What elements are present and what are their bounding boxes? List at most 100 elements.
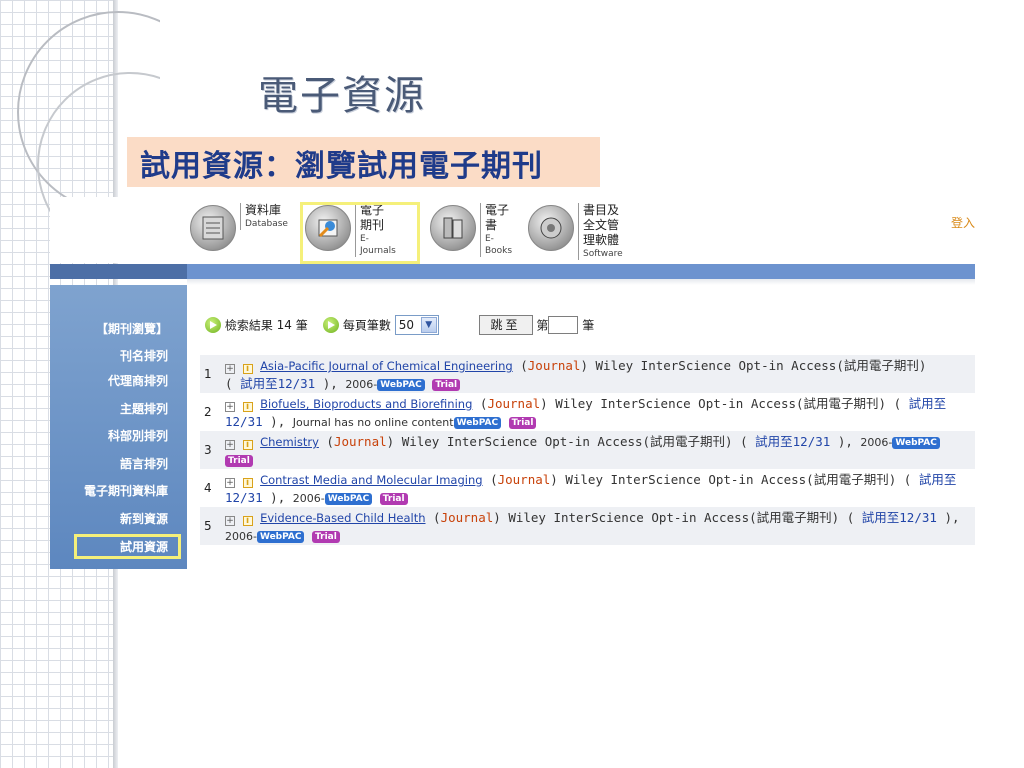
journal-title-link[interactable]: Evidence-Based Child Health <box>260 511 425 525</box>
trial-period: 試用至12/31 <box>861 510 937 525</box>
software-icon <box>528 205 574 251</box>
sidebar-item-new-resources[interactable]: 新到資源 <box>50 510 168 527</box>
jump-button[interactable]: 跳至 <box>478 315 533 335</box>
info-icon[interactable]: i <box>242 402 253 412</box>
webpac-badge[interactable]: WebPAC <box>377 379 425 391</box>
library-web-app: 資料庫 Database 電子期刊 E-Journals 電子書 E-Books <box>50 197 975 569</box>
sidebar-item-department[interactable]: 科部別排列 <box>50 427 168 444</box>
result-row: 1 + i Asia-Pacific Journal of Chemical E… <box>200 355 975 393</box>
trial-badge[interactable]: Trial <box>312 531 340 543</box>
journal-type: Journal <box>333 434 387 449</box>
result-label: 檢索結果 <box>224 318 273 333</box>
slide-title: 電子資源 <box>258 73 426 119</box>
sidebar-item-vendor[interactable]: 代理商排列 <box>50 372 168 389</box>
trial-badge[interactable]: Trial <box>508 417 537 429</box>
sidebar-item-language[interactable]: 語言排列 <box>50 455 168 472</box>
coverage: 2006- <box>292 492 325 505</box>
ebook-icon <box>430 205 476 251</box>
trial-date: 12/31 <box>225 414 263 429</box>
per-page-label: 每頁筆數 <box>342 318 391 333</box>
trial-period: 試用至 <box>918 472 957 487</box>
webpac-badge[interactable]: WebPAC <box>892 437 940 449</box>
expand-plus-icon[interactable]: + <box>225 516 235 526</box>
database-icon <box>190 205 236 251</box>
provider: Wiley InterScience Opt-in Access(試用電子期刊) <box>401 434 733 449</box>
arrow-right-icon <box>205 317 221 333</box>
expand-plus-icon[interactable]: + <box>225 440 235 450</box>
info-icon[interactable]: i <box>242 478 253 488</box>
login-link[interactable]: 登入 <box>951 214 975 231</box>
journal-browse-sidebar: 【期刊瀏覽】 刊名排列 代理商排列 主題排列 科部別排列 語言排列 電子期刊資料… <box>50 285 187 569</box>
webpac-badge[interactable]: WebPAC <box>453 417 502 429</box>
result-row: 3 + i Chemistry (Journal) Wiley InterSci… <box>200 431 975 469</box>
trial-badge[interactable]: Trial <box>225 455 253 467</box>
chevron-down-icon: ▼ <box>420 317 437 333</box>
coverage: 2006- <box>225 530 257 543</box>
tool-label-en: Software <box>583 249 623 259</box>
results-content: 檢索結果 14 筆 每頁筆數 50 ▼ 跳至 第 筆 1 + i Asia-Pa… <box>187 285 975 569</box>
decorative-arcs <box>17 11 160 230</box>
page-prefix: 第 <box>536 318 549 333</box>
webpac-badge[interactable]: WebPAC <box>256 531 305 543</box>
sidebar-header: 【期刊瀏覽】 <box>95 322 168 336</box>
trial-badge[interactable]: Trial <box>379 493 408 505</box>
expand-plus-icon[interactable]: + <box>225 364 235 374</box>
trial-date: 12/31 <box>225 490 263 505</box>
row-number: 3 <box>204 443 212 457</box>
row-number: 5 <box>204 519 212 533</box>
journal-type: Journal <box>497 472 551 487</box>
webpac-badge[interactable]: WebPAC <box>324 493 373 505</box>
trial-period: 試用至12/31 <box>755 434 831 449</box>
results-list: 1 + i Asia-Pacific Journal of Chemical E… <box>200 355 975 545</box>
info-icon[interactable]: i <box>242 516 253 526</box>
search-summary-bar: 檢索結果 14 筆 每頁筆數 50 ▼ 跳至 第 筆 <box>205 315 594 335</box>
row-number: 4 <box>204 481 212 495</box>
resource-toolbar: 資料庫 Database 電子期刊 E-Journals 電子書 E-Books <box>50 197 975 264</box>
result-unit: 筆 <box>295 318 308 333</box>
tool-label-en: E-Books <box>485 234 513 256</box>
page-suffix: 筆 <box>582 318 595 333</box>
trial-period: 試用至12/31 <box>240 376 316 391</box>
result-count: 14 <box>276 318 292 332</box>
tool-label-zh: 書目及全文管理軟體 <box>583 203 620 247</box>
provider: Wiley InterScience Opt-in Access(試用電子期刊) <box>595 358 927 373</box>
coverage: 2006- <box>345 378 378 391</box>
journal-title-link[interactable]: Chemistry <box>260 435 319 449</box>
tool-label-zh: 資料庫 <box>245 203 282 217</box>
info-icon[interactable]: i <box>242 364 253 374</box>
tool-label-zh: 電子書 <box>485 203 510 232</box>
provider: Wiley InterScience Opt-in Access(試用電子期刊) <box>565 472 897 487</box>
journal-type: Journal <box>440 510 494 525</box>
coverage: Journal has no online content <box>292 416 454 429</box>
sidebar-item-ejournal-databases[interactable]: 電子期刊資料庫 <box>50 482 168 499</box>
row-number: 1 <box>204 367 212 381</box>
active-tool-highlight <box>300 202 420 264</box>
row-number: 2 <box>204 405 212 419</box>
info-icon[interactable]: i <box>242 440 253 450</box>
arrow-right-icon <box>323 317 340 333</box>
left-header-band <box>50 264 187 279</box>
tool-label-en: Database <box>245 219 288 229</box>
journal-type: Journal <box>487 396 541 411</box>
sidebar-item-subject[interactable]: 主題排列 <box>50 400 168 417</box>
journal-type: Journal <box>527 358 581 373</box>
per-page-value: 50 <box>398 318 415 332</box>
sidebar-item-trial-resources[interactable]: 試用資源 <box>50 538 168 555</box>
expand-plus-icon[interactable]: + <box>225 402 235 412</box>
journal-title-link[interactable]: Asia-Pacific Journal of Chemical Enginee… <box>260 359 513 373</box>
header-blue-band <box>187 264 975 279</box>
journal-title-link[interactable]: Biofuels, Bioproducts and Biorefining <box>260 397 472 411</box>
sidebar-item-title[interactable]: 刊名排列 <box>50 347 168 364</box>
slide-subtitle: 試用資源：瀏覽試用電子期刊 <box>140 149 543 184</box>
provider: Wiley InterScience Opt-in Access(試用電子期刊) <box>555 396 887 411</box>
per-page-select[interactable]: 50 ▼ <box>394 315 439 335</box>
result-row: 2 + i Biofuels, Bioproducts and Biorefin… <box>204 396 947 429</box>
page-number-input[interactable] <box>548 316 579 334</box>
expand-plus-icon[interactable]: + <box>225 478 235 488</box>
result-row: 4 + i Contrast Media and Molecular Imagi… <box>204 472 957 505</box>
result-row: 5 + i Evidence-Based Child Health (Journ… <box>200 507 975 545</box>
provider: Wiley InterScience Opt-in Access(試用電子期刊) <box>508 510 840 525</box>
trial-badge[interactable]: Trial <box>432 379 461 391</box>
journal-title-link[interactable]: Contrast Media and Molecular Imaging <box>260 473 482 487</box>
coverage: 2006- <box>860 436 893 449</box>
